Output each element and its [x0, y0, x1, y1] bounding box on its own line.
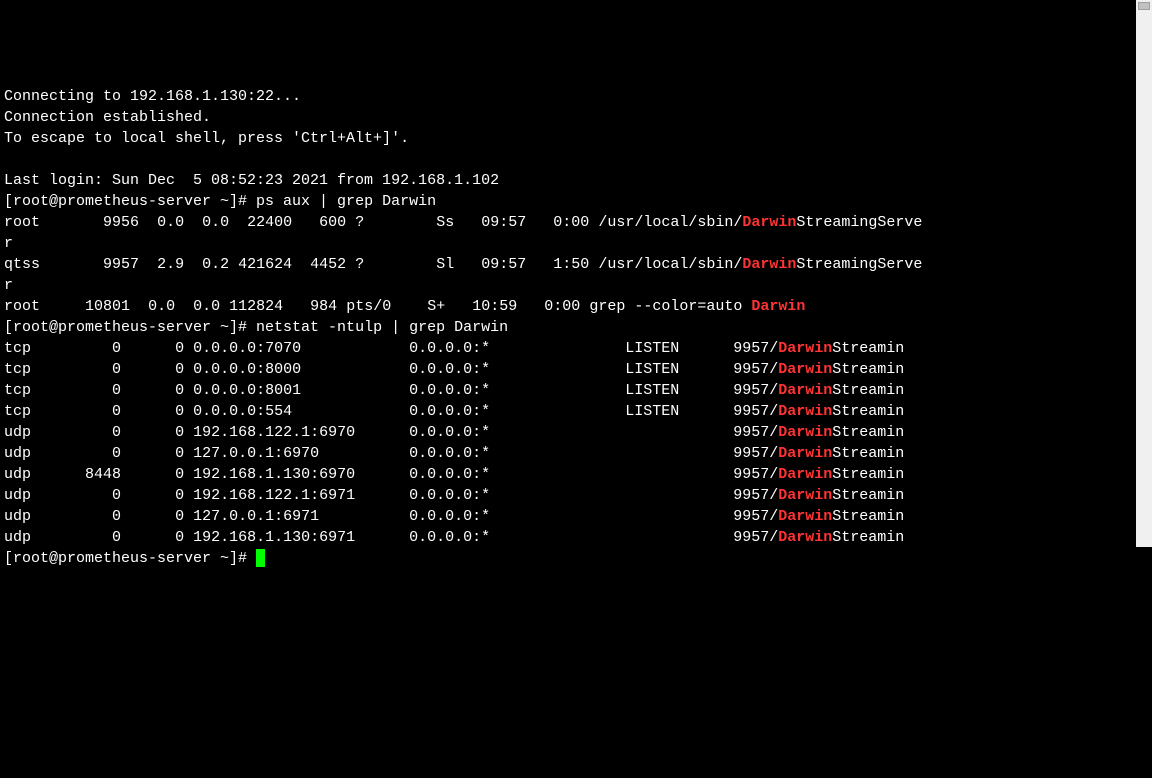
- netstat-row: tcp 0 0 0.0.0.0:7070 0.0.0.0:* LISTEN 99…: [4, 340, 904, 357]
- netstat-row: udp 0 0 192.168.122.1:6971 0.0.0.0:* 995…: [4, 487, 904, 504]
- prompt-1: [root@prometheus-server ~]#: [4, 193, 256, 210]
- netstat-row: tcp 0 0 0.0.0.0:8000 0.0.0.0:* LISTEN 99…: [4, 361, 904, 378]
- command-1: ps aux | grep Darwin: [256, 193, 436, 210]
- escape-line: To escape to local shell, press 'Ctrl+Al…: [4, 130, 409, 147]
- netstat-row: udp 0 0 127.0.0.1:6970 0.0.0.0:* 9957/Da…: [4, 445, 904, 462]
- command-2: netstat -ntulp | grep Darwin: [256, 319, 508, 336]
- established-line: Connection established.: [4, 109, 211, 126]
- scrollbar-thumb[interactable]: [1138, 2, 1150, 10]
- prompt-2: [root@prometheus-server ~]#: [4, 319, 256, 336]
- netstat-row: udp 0 0 127.0.0.1:6971 0.0.0.0:* 9957/Da…: [4, 508, 904, 525]
- vertical-scrollbar[interactable]: [1136, 0, 1152, 547]
- last-login-line: Last login: Sun Dec 5 08:52:23 2021 from…: [4, 172, 499, 189]
- ps-row-qtss: qtss 9957 2.9 0.2 421624 4452 ? Sl 09:57…: [4, 256, 922, 273]
- netstat-row: udp 0 0 192.168.1.130:6971 0.0.0.0:* 995…: [4, 529, 904, 546]
- ps-row-root: root 9956 0.0 0.0 22400 600 ? Ss 09:57 0…: [4, 214, 922, 231]
- prompt-3: [root@prometheus-server ~]#: [4, 550, 256, 567]
- connect-line: Connecting to 192.168.1.130:22...: [4, 88, 301, 105]
- ps-row-wrap: r: [4, 235, 13, 252]
- netstat-row: udp 0 0 192.168.122.1:6970 0.0.0.0:* 995…: [4, 424, 904, 441]
- netstat-row: tcp 0 0 0.0.0.0:8001 0.0.0.0:* LISTEN 99…: [4, 382, 904, 399]
- terminal-output[interactable]: Connecting to 192.168.1.130:22... Connec…: [0, 84, 1136, 631]
- netstat-row: tcp 0 0 0.0.0.0:554 0.0.0.0:* LISTEN 995…: [4, 403, 904, 420]
- cursor-icon[interactable]: [256, 549, 265, 567]
- netstat-row: udp 8448 0 192.168.1.130:6970 0.0.0.0:* …: [4, 466, 904, 483]
- ps-row-wrap: r: [4, 277, 13, 294]
- ps-row-grep: root 10801 0.0 0.0 112824 984 pts/0 S+ 1…: [4, 298, 805, 315]
